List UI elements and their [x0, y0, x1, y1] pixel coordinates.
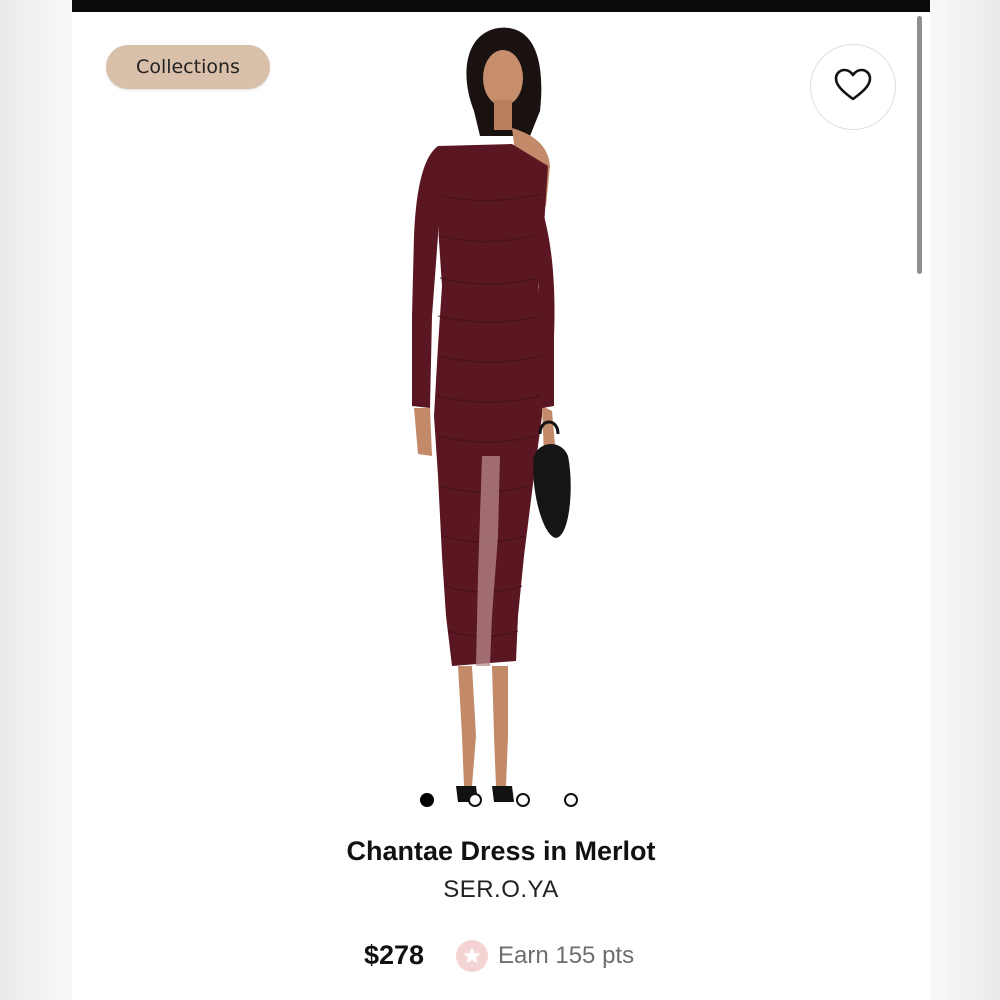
carousel-dot-1[interactable] — [420, 793, 434, 807]
scrollbar[interactable] — [917, 16, 922, 274]
price-row: $278 Earn 155 pts — [364, 936, 664, 980]
price: $278 — [364, 940, 425, 970]
carousel-dot-4[interactable] — [564, 793, 578, 807]
heart-icon — [834, 68, 872, 106]
app-screen: Collections Chantae Dress in Merlot SER.… — [72, 0, 930, 1000]
points-text: Earn 155 pts — [498, 942, 635, 969]
status-bar — [72, 0, 930, 12]
product-image[interactable] — [372, 16, 632, 816]
collections-label: Collections — [136, 56, 240, 78]
carousel-dot-3[interactable] — [516, 793, 530, 807]
wishlist-button[interactable] — [810, 44, 896, 130]
collections-button[interactable]: Collections — [106, 45, 270, 89]
brand-name[interactable]: SER.O.YA — [72, 876, 930, 904]
carousel-dots — [420, 792, 580, 810]
product-title: Chantae Dress in Merlot — [346, 836, 656, 866]
star-icon — [456, 940, 488, 972]
carousel-dot-2[interactable] — [468, 793, 482, 807]
